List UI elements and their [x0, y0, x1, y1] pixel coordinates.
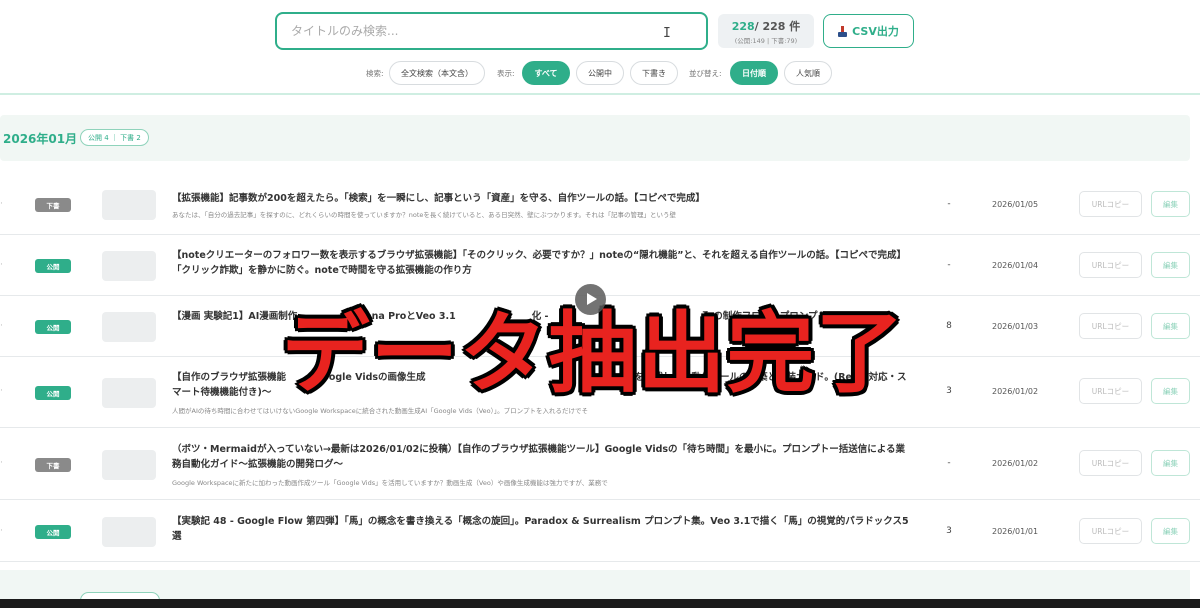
status-badge: 公開 — [35, 320, 71, 334]
download-icon — [838, 25, 848, 37]
display-published-button[interactable]: 公開中 — [576, 61, 624, 85]
header-divider — [0, 93, 1200, 95]
count-breakdown: (公開:149 | 下書:79) — [734, 37, 798, 45]
edit-button[interactable]: 編集 — [1151, 313, 1190, 339]
row-bullet: · — [0, 260, 3, 270]
url-copy-button[interactable]: URLコピー — [1079, 191, 1142, 217]
row-title[interactable]: 【拡張機能】記事数が200を超えたら。「検索」を一瞬にし、記事という「資産」を守… — [172, 191, 912, 206]
table-row[interactable]: · 下書 （ボツ・Mermaidが入っていない→最新は2026/01/02に投稿… — [0, 430, 1200, 500]
row-date: 2026/01/05 — [992, 200, 1039, 209]
edit-button[interactable]: 編集 — [1151, 252, 1190, 278]
top-toolbar: I 228/ 228 件 (公開:149 | 下書:79) CSV出力 検索: … — [0, 0, 1200, 94]
row-date: 2026/01/02 — [992, 387, 1039, 396]
thumbnail — [102, 251, 156, 281]
count-main: 228/ 228 件 — [718, 18, 814, 34]
row-title[interactable]: 【noteクリエーターのフォロワー数を表示するブラウザ拡張機能】「そのクリック、… — [172, 248, 912, 278]
csv-export-label: CSV出力 — [852, 25, 899, 38]
url-copy-button[interactable]: URLコピー — [1079, 252, 1142, 278]
row-description: あなたは、「自分の過去記事」を探すのに、どれくらいの時間を使っていますか？not… — [172, 211, 676, 219]
thumbnail — [102, 517, 156, 547]
sort-popular-button[interactable]: 人気順 — [784, 61, 832, 85]
month-title: 2026年01月 — [3, 132, 78, 146]
row-description: Google Workspaceに新たに加わった動画作成ツール「Google V… — [172, 479, 608, 487]
row-date: 2026/01/04 — [992, 261, 1039, 270]
row-likes: 3 — [946, 526, 952, 536]
edit-button[interactable]: 編集 — [1151, 191, 1190, 217]
count-total: / 228 件 — [754, 20, 801, 33]
search-input[interactable] — [291, 24, 692, 38]
count-shown: 228 — [731, 20, 755, 33]
thumbnail — [102, 190, 156, 220]
url-copy-button[interactable]: URLコピー — [1079, 378, 1142, 404]
table-row[interactable]: · 公開 【実験記 48 - Google Flow 第四弾】「馬」の概念を書き… — [0, 502, 1200, 562]
search-mode-label: 検索: — [366, 69, 384, 78]
row-likes: 8 — [946, 321, 952, 331]
row-date: 2026/01/03 — [992, 322, 1039, 331]
url-copy-button[interactable]: URLコピー — [1079, 313, 1142, 339]
row-bullet: · — [0, 386, 3, 396]
table-row[interactable]: · 下書 【拡張機能】記事数が200を超えたら。「検索」を一瞬にし、記事という「… — [0, 175, 1200, 235]
row-bullet: · — [0, 458, 3, 468]
edit-button[interactable]: 編集 — [1151, 450, 1190, 476]
url-copy-button[interactable]: URLコピー — [1079, 450, 1142, 476]
status-badge: 公開 — [35, 386, 71, 400]
row-likes: - — [947, 199, 951, 209]
row-likes: - — [947, 260, 951, 270]
csv-export-button[interactable]: CSV出力 — [823, 14, 914, 48]
status-badge: 下書 — [35, 458, 71, 472]
status-badge: 公開 — [35, 525, 71, 539]
status-badge: 下書 — [35, 198, 71, 212]
row-title[interactable]: （ボツ・Mermaidが入っていない→最新は2026/01/02に投稿）【自作の… — [172, 442, 912, 472]
sort-label: 並び替え: — [689, 69, 722, 78]
row-title[interactable]: 【実験記 48 - Google Flow 第四弾】「馬」の概念を書き換える「概… — [172, 514, 912, 544]
search-box[interactable] — [275, 12, 708, 50]
thumbnail — [102, 378, 156, 408]
thumbnail — [102, 450, 156, 480]
status-badge: 公開 — [35, 259, 71, 273]
text-cursor-icon: I — [663, 26, 671, 41]
row-date: 2026/01/02 — [992, 459, 1039, 468]
edit-button[interactable]: 編集 — [1151, 378, 1190, 404]
month-group-header[interactable]: 2026年01月 公開 4 ｜ 下書 2 — [0, 115, 1190, 161]
display-label: 表示: — [497, 69, 515, 78]
display-all-button[interactable]: すべて — [522, 61, 570, 85]
edit-button[interactable]: 編集 — [1151, 518, 1190, 544]
row-bullet: · — [0, 199, 3, 209]
row-bullet: · — [0, 526, 3, 536]
article-count-box: 228/ 228 件 (公開:149 | 下書:79) — [718, 14, 814, 48]
video-progress-bar[interactable] — [0, 599, 1200, 608]
row-likes: - — [947, 458, 951, 468]
month-count-badge: 公開 4 ｜ 下書 2 — [80, 129, 149, 146]
play-icon[interactable] — [575, 284, 606, 315]
thumbnail — [102, 312, 156, 342]
display-draft-button[interactable]: 下書き — [630, 61, 678, 85]
row-likes: 3 — [946, 386, 952, 396]
row-date: 2026/01/01 — [992, 527, 1039, 536]
sort-date-button[interactable]: 日付順 — [730, 61, 778, 85]
search-mode-fulltext-button[interactable]: 全文検索（本文含） — [389, 61, 485, 85]
url-copy-button[interactable]: URLコピー — [1079, 518, 1142, 544]
next-month-group-header[interactable] — [0, 570, 1190, 608]
filter-row: 検索: 全文検索（本文含） 表示: すべて 公開中 下書き 並び替え: 日付順 … — [0, 60, 1200, 86]
row-bullet: · — [0, 321, 3, 331]
